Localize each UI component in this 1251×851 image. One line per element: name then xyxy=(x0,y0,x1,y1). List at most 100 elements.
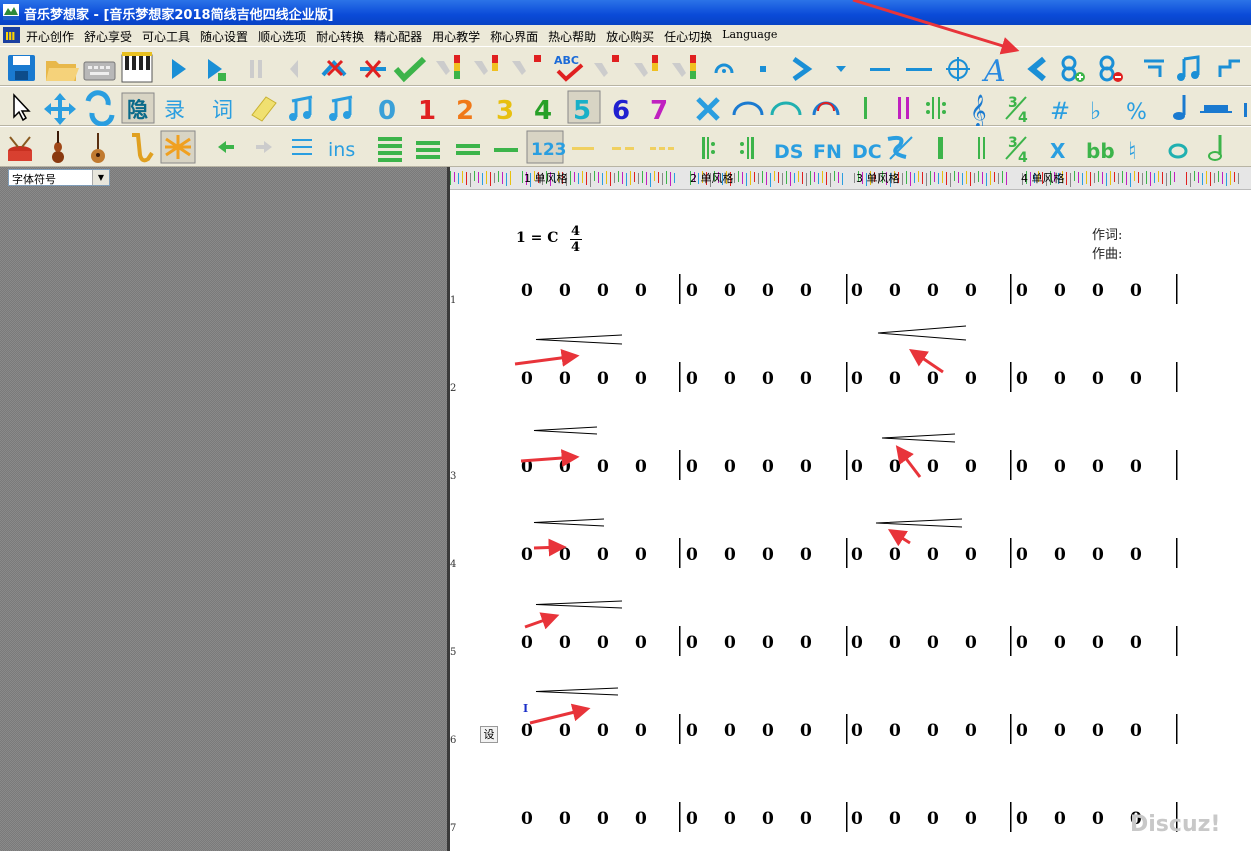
menu-language[interactable]: Language xyxy=(718,28,783,45)
note[interactable]: 0 xyxy=(851,545,863,565)
note[interactable]: 0 xyxy=(635,633,647,653)
note[interactable]: 0 xyxy=(597,545,609,565)
note[interactable]: 0 xyxy=(927,633,939,653)
note[interactable]: 0 xyxy=(965,633,977,653)
note[interactable]: 0 xyxy=(1092,457,1104,477)
note[interactable]: 0 xyxy=(724,545,736,565)
note[interactable]: 0 xyxy=(965,809,977,829)
fermata-icon[interactable] xyxy=(714,63,734,74)
crescendo-hairpin[interactable] xyxy=(875,518,963,528)
note[interactable]: 0 xyxy=(559,369,571,389)
staccato-icon[interactable] xyxy=(760,66,766,72)
menu-shunxin-xuanxiang[interactable]: 顺心选项 xyxy=(254,28,312,45)
select-pointer-icon[interactable] xyxy=(13,93,31,122)
note[interactable]: 0 xyxy=(927,369,939,389)
track-label-4[interactable]: 4 单风格 xyxy=(1021,170,1065,186)
natural-icon[interactable]: ♮ xyxy=(1128,137,1137,165)
double-barline-icon[interactable] xyxy=(898,97,909,119)
four-lines-icon[interactable] xyxy=(378,137,402,162)
menu-kaixin-chuangzuo[interactable]: 开心创作 xyxy=(22,28,80,45)
barline[interactable] xyxy=(679,450,681,480)
barline[interactable] xyxy=(1176,714,1178,744)
barline[interactable] xyxy=(679,362,681,392)
note[interactable]: 0 xyxy=(1130,633,1142,653)
two-lines-icon[interactable] xyxy=(456,144,480,155)
numbered-notation-button[interactable]: 123 xyxy=(526,130,567,164)
note[interactable]: 0 xyxy=(889,545,901,565)
note[interactable]: 0 xyxy=(1092,809,1104,829)
note[interactable]: 0 xyxy=(559,281,571,301)
note[interactable]: 0 xyxy=(1130,721,1142,741)
move-icon[interactable] xyxy=(44,93,76,125)
text-style-icon[interactable]: A xyxy=(981,54,1006,87)
barline[interactable] xyxy=(846,626,848,656)
note[interactable]: 0 xyxy=(686,633,698,653)
note[interactable]: 0 xyxy=(1054,457,1066,477)
cursor-color-1-icon[interactable] xyxy=(436,55,460,79)
note[interactable]: 0 xyxy=(521,633,533,653)
menu-yongxin-jiaoxue[interactable]: 用心教学 xyxy=(428,28,486,45)
note[interactable]: 0 xyxy=(1092,545,1104,565)
note[interactable]: 0 xyxy=(597,809,609,829)
digit-4-button[interactable]: 4 xyxy=(534,96,552,126)
barline[interactable] xyxy=(1010,362,1012,392)
arrow-right-icon[interactable] xyxy=(256,141,272,153)
note[interactable]: 0 xyxy=(800,809,812,829)
menu-fangxin-goumai[interactable]: 放心购买 xyxy=(602,28,660,45)
note[interactable]: 0 xyxy=(1016,809,1028,829)
menu-rexin-bangzhu[interactable]: 热心帮助 xyxy=(544,28,602,45)
drum-icon[interactable] xyxy=(8,136,32,161)
barline[interactable] xyxy=(1176,538,1178,568)
add-segno-icon[interactable] xyxy=(1061,55,1085,82)
violin-icon[interactable] xyxy=(52,131,64,163)
digit-7-button[interactable]: 7 xyxy=(650,96,668,126)
note[interactable]: 0 xyxy=(1016,633,1028,653)
note[interactable]: 0 xyxy=(1130,545,1142,565)
crescendo-hairpin[interactable] xyxy=(533,426,598,435)
digit-0-button[interactable]: 0 xyxy=(378,96,396,126)
spellcheck-icon[interactable]: ABC xyxy=(554,54,584,82)
note[interactable]: 0 xyxy=(1016,545,1028,565)
note[interactable]: 0 xyxy=(762,369,774,389)
note[interactable]: 0 xyxy=(965,721,977,741)
saxophone-icon[interactable] xyxy=(132,133,154,163)
note[interactable]: 0 xyxy=(851,369,863,389)
barline[interactable] xyxy=(679,714,681,744)
note[interactable]: 0 xyxy=(521,457,533,477)
note[interactable]: 0 xyxy=(635,545,647,565)
beamed-notes-icon[interactable] xyxy=(289,95,313,121)
note[interactable]: 0 xyxy=(635,281,647,301)
open-folder-icon[interactable] xyxy=(46,61,79,81)
note[interactable]: 0 xyxy=(1130,281,1142,301)
note[interactable]: 0 xyxy=(724,633,736,653)
eraser-icon[interactable] xyxy=(251,96,277,122)
note[interactable]: 0 xyxy=(1016,369,1028,389)
barline[interactable] xyxy=(846,274,848,304)
menu-chenxin-jiemian[interactable]: 称心界面 xyxy=(486,28,544,45)
menu-suixin-shezhi[interactable]: 随心设置 xyxy=(196,28,254,45)
whole-note-icon[interactable] xyxy=(1168,143,1188,159)
note[interactable]: 0 xyxy=(597,281,609,301)
note[interactable]: 0 xyxy=(724,457,736,477)
note[interactable]: 0 xyxy=(686,721,698,741)
barline[interactable] xyxy=(1176,362,1178,392)
asterisk-active-button[interactable] xyxy=(160,130,196,164)
note[interactable]: 0 xyxy=(559,809,571,829)
note[interactable]: 0 xyxy=(762,721,774,741)
note[interactable]: 0 xyxy=(1054,633,1066,653)
note[interactable]: 0 xyxy=(521,281,533,301)
barline[interactable] xyxy=(679,802,681,832)
digit-6-button[interactable]: 6 xyxy=(612,96,630,126)
cursor-color-2-icon[interactable] xyxy=(474,55,498,75)
note[interactable]: 0 xyxy=(1016,457,1028,477)
note[interactable]: 0 xyxy=(800,457,812,477)
crescendo-hairpin[interactable] xyxy=(535,687,619,696)
note[interactable]: 0 xyxy=(851,281,863,301)
arrow-left-icon[interactable] xyxy=(218,141,234,153)
note[interactable]: 0 xyxy=(800,545,812,565)
note[interactable]: 0 xyxy=(927,721,939,741)
play-icon[interactable] xyxy=(172,59,186,79)
double-flat-button[interactable]: bb xyxy=(1086,139,1115,163)
note[interactable]: 0 xyxy=(927,545,939,565)
lyrics-button[interactable]: 词 xyxy=(212,98,233,122)
